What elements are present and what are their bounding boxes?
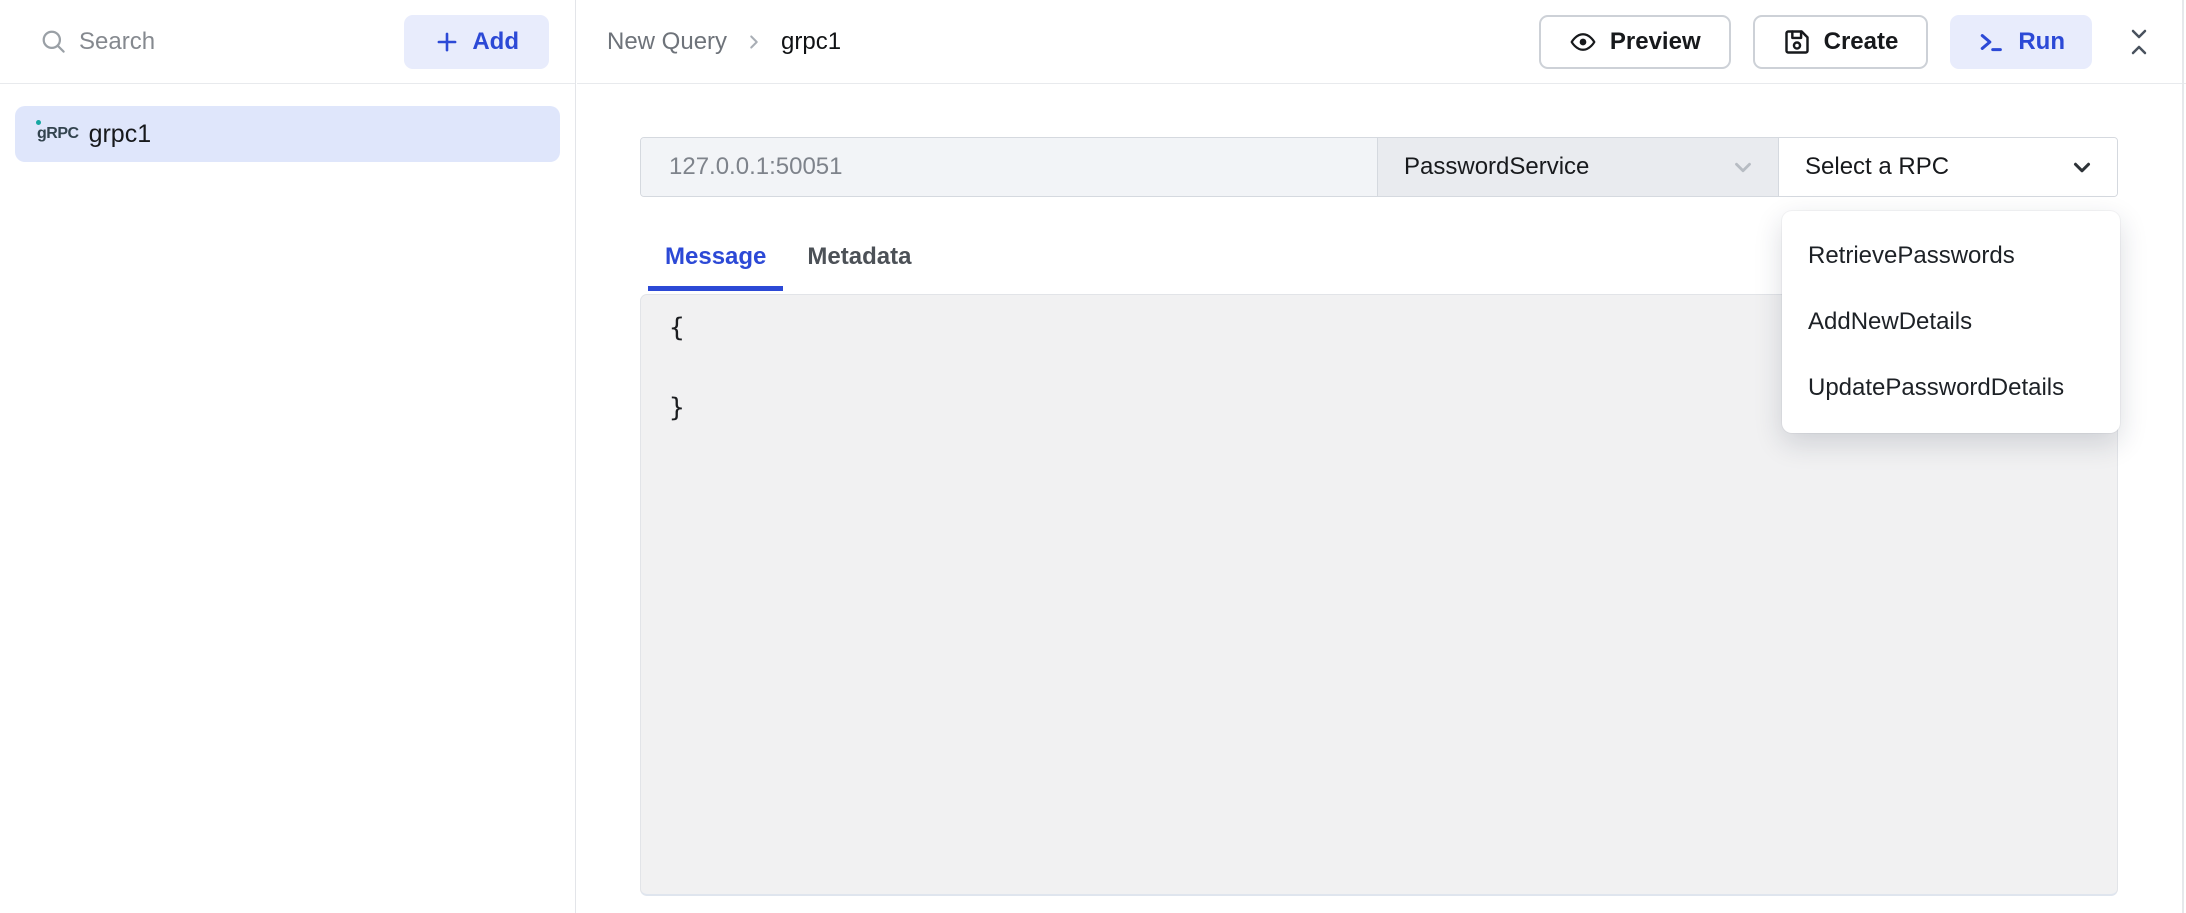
run-button-label: Run — [2018, 28, 2065, 56]
rpc-option-updatepassworddetails[interactable]: UpdatePasswordDetails — [1782, 355, 2120, 421]
endpoint-field[interactable] — [641, 138, 1377, 196]
plus-icon — [434, 29, 460, 55]
right-pane-divider — [2182, 0, 2184, 913]
chevron-down-icon — [1730, 154, 1756, 180]
query-editor-pane: PasswordService Select a RPC Message Met… — [577, 85, 2186, 913]
collapse-pane-button[interactable] — [2122, 22, 2156, 62]
chevron-right-icon — [743, 31, 765, 53]
request-tabs: Message Metadata — [648, 243, 911, 291]
rpc-select[interactable]: Select a RPC — [1778, 138, 2117, 196]
rpc-option-retrievepasswords[interactable]: RetrievePasswords — [1782, 223, 2120, 289]
main-header: New Query grpc1 Preview Create — [577, 0, 2186, 84]
request-config-bar: PasswordService Select a RPC — [640, 137, 2118, 197]
sidebar-header: Add — [0, 0, 575, 84]
save-icon — [1783, 28, 1811, 56]
endpoint-input[interactable] — [669, 153, 1349, 181]
breadcrumb: New Query grpc1 — [607, 28, 841, 56]
search-input[interactable] — [79, 28, 319, 56]
rpc-option-addnewdetails[interactable]: AddNewDetails — [1782, 289, 2120, 355]
sidebar-item-grpc1[interactable]: gRPC grpc1 — [15, 106, 560, 162]
tab-message[interactable]: Message — [648, 243, 783, 291]
rpc-select-placeholder: Select a RPC — [1805, 153, 1949, 181]
chevron-down-icon — [2069, 154, 2095, 180]
rpc-dropdown-menu: RetrievePasswords AddNewDetails UpdatePa… — [1782, 211, 2120, 433]
grpc-logo-icon: gRPC — [35, 126, 79, 142]
sidebar: Add gRPC grpc1 — [0, 0, 576, 913]
run-button[interactable]: Run — [1950, 15, 2092, 69]
query-list: gRPC grpc1 — [0, 84, 575, 184]
preview-button[interactable]: Preview — [1539, 15, 1731, 69]
sidebar-item-label: grpc1 — [89, 120, 152, 149]
search-icon — [40, 28, 67, 55]
add-query-button[interactable]: Add — [404, 15, 549, 69]
breadcrumb-parent[interactable]: New Query — [607, 28, 727, 56]
collapse-vertical-icon — [2126, 26, 2152, 58]
eye-icon — [1569, 28, 1597, 56]
preview-button-label: Preview — [1610, 28, 1701, 56]
terminal-icon — [1977, 28, 2005, 56]
service-select[interactable]: PasswordService — [1377, 138, 1778, 196]
create-button[interactable]: Create — [1753, 15, 1929, 69]
tab-metadata[interactable]: Metadata — [807, 243, 911, 291]
search-box[interactable] — [40, 28, 404, 56]
service-select-value: PasswordService — [1404, 153, 1589, 181]
add-button-label: Add — [472, 28, 519, 56]
create-button-label: Create — [1824, 28, 1899, 56]
breadcrumb-current[interactable]: grpc1 — [781, 28, 841, 56]
grpc-query-editor-app: Add gRPC grpc1 New Query grpc1 Preview — [0, 0, 2186, 913]
